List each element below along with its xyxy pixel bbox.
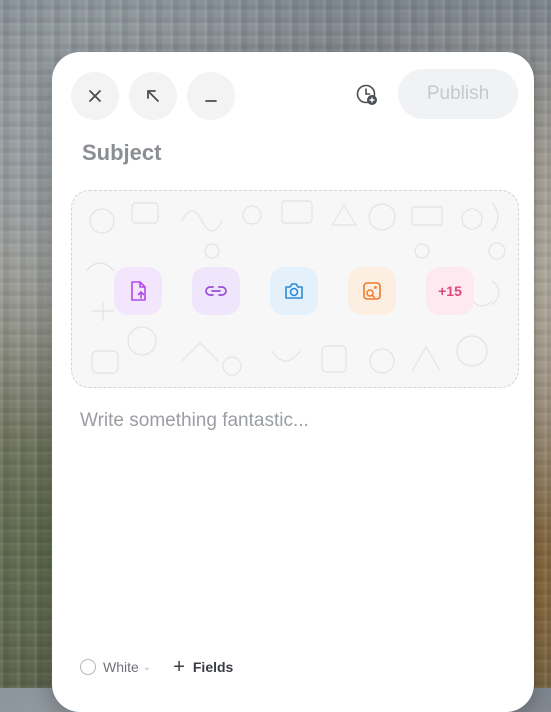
composer-footer: White ⌄ + Fields bbox=[80, 656, 234, 678]
arrow-up-left-icon bbox=[147, 90, 159, 102]
link-icon bbox=[205, 286, 227, 296]
subject-input[interactable]: Subject bbox=[82, 140, 161, 166]
chevron-down-icon: ⌄ bbox=[142, 661, 152, 673]
schedule-clock-icon[interactable] bbox=[354, 82, 380, 108]
more-attachments-button[interactable]: +15 bbox=[426, 267, 474, 315]
publish-button[interactable]: Publish bbox=[398, 69, 518, 119]
media-drop-zone[interactable]: +15 bbox=[71, 190, 519, 388]
post-composer-panel: Publish Subject +15 Write something fant… bbox=[52, 52, 534, 712]
color-value: White bbox=[103, 659, 139, 675]
minimize-icon bbox=[205, 100, 217, 102]
add-link-button[interactable] bbox=[192, 267, 240, 315]
minimize-button[interactable] bbox=[187, 72, 235, 120]
file-upload-icon bbox=[131, 281, 146, 301]
background-color-select[interactable]: White ⌄ bbox=[80, 659, 151, 675]
camera-button[interactable] bbox=[270, 267, 318, 315]
camera-icon bbox=[285, 283, 303, 299]
close-button[interactable] bbox=[71, 72, 119, 120]
body-textarea[interactable]: Write something fantastic... bbox=[80, 410, 309, 432]
color-swatch-icon bbox=[80, 659, 96, 675]
expand-button[interactable] bbox=[129, 72, 177, 120]
upload-file-button[interactable] bbox=[114, 267, 162, 315]
add-fields-button[interactable]: + Fields bbox=[173, 656, 234, 678]
plus-icon: + bbox=[173, 656, 185, 678]
fields-label: Fields bbox=[192, 659, 234, 675]
image-search-icon bbox=[363, 282, 381, 300]
image-search-button[interactable] bbox=[348, 267, 396, 315]
close-icon bbox=[89, 90, 101, 102]
more-icon: +15 bbox=[438, 283, 462, 299]
